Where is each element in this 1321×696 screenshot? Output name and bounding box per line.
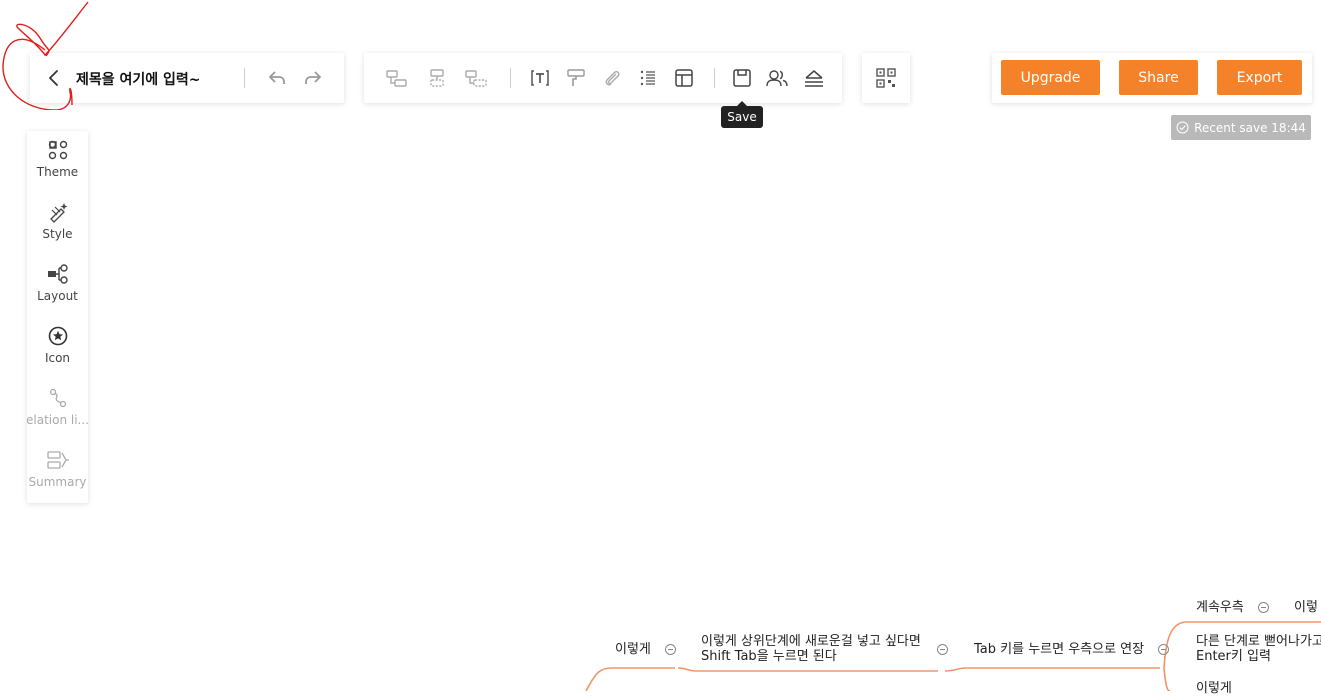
mindmap-node[interactable]: 다른 단계로 뻗어나가고 Enter키 입력 bbox=[1196, 634, 1321, 664]
mindmap-node[interactable]: 이렇 bbox=[1294, 600, 1318, 615]
collapse-icon[interactable] bbox=[1158, 644, 1169, 655]
collapse-icon[interactable] bbox=[1258, 602, 1269, 613]
mindmap-connectors bbox=[585, 621, 1321, 691]
mindmap-node[interactable]: 계속우측 bbox=[1196, 600, 1244, 615]
mindmap-node[interactable]: 이렇게 bbox=[615, 642, 651, 657]
collapse-icon[interactable] bbox=[937, 644, 948, 655]
mindmap-node[interactable]: Tab 키를 누르면 우측으로 연장 bbox=[974, 642, 1144, 657]
node-line: 다른 단계로 뻗어나가고 bbox=[1196, 634, 1321, 649]
node-line: 이렇게 상위단계에 새로운걸 넣고 싶다면 bbox=[701, 634, 921, 649]
node-line: Shift Tab을 누르면 된다 bbox=[701, 649, 837, 664]
collapse-icon[interactable] bbox=[665, 644, 676, 655]
mindmap-node[interactable]: 이렇게 bbox=[1196, 681, 1232, 696]
mindmap-node[interactable]: 이렇게 상위단계에 새로운걸 넣고 싶다면 Shift Tab을 누르면 된다 bbox=[701, 634, 921, 664]
node-line: Enter키 입력 bbox=[1196, 649, 1271, 664]
